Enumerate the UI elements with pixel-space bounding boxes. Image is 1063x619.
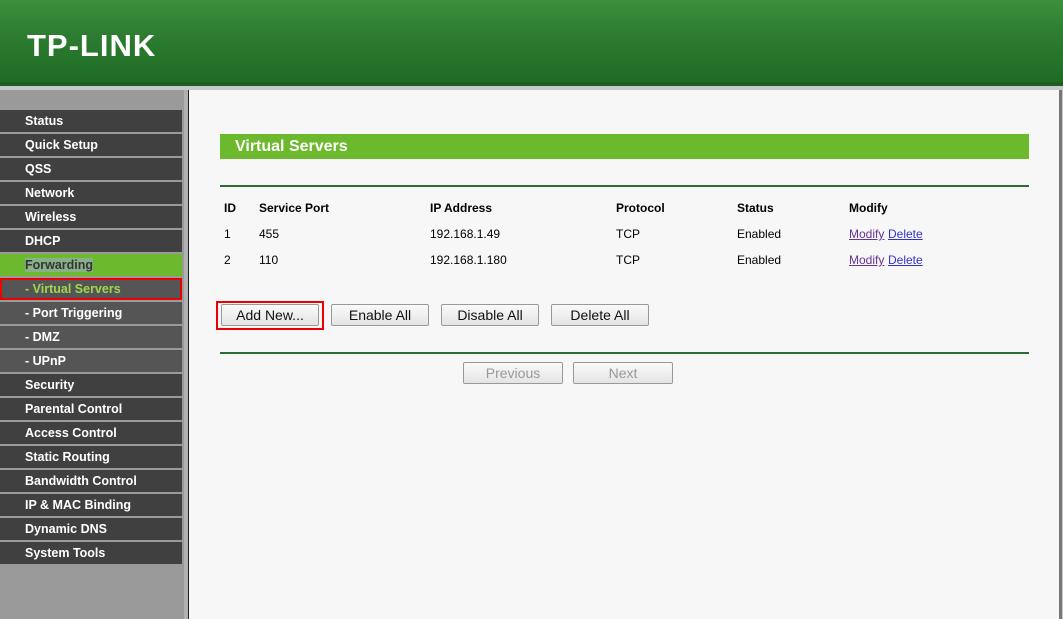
- row-1-ip: 192.168.1.49: [430, 227, 501, 241]
- sidebar-item-virtual-servers[interactable]: - Virtual Servers: [0, 278, 182, 300]
- sidebar-item-quick-setup[interactable]: Quick Setup: [0, 134, 182, 156]
- row-1-delete-link[interactable]: Delete: [888, 227, 923, 241]
- row-2-delete-link[interactable]: Delete: [888, 253, 923, 267]
- delete-all-button[interactable]: Delete All: [551, 304, 649, 326]
- sidebar-item-label: Dynamic DNS: [25, 522, 107, 536]
- sidebar-item-label: Access Control: [25, 426, 117, 440]
- sidebar-item-label: System Tools: [25, 546, 106, 560]
- row-1-protocol: TCP: [616, 227, 640, 241]
- sidebar-item-security[interactable]: Security: [0, 374, 182, 396]
- row-2-protocol: TCP: [616, 253, 640, 267]
- sidebar-item-network[interactable]: Network: [0, 182, 182, 204]
- sidebar-item-label: - UPnP: [25, 354, 66, 368]
- sidebar-item-label: Status: [25, 114, 64, 128]
- sidebar-item-upnp[interactable]: - UPnP: [0, 350, 182, 372]
- sidebar-item-status[interactable]: Status: [0, 110, 182, 132]
- sidebar-item-dhcp[interactable]: DHCP: [0, 230, 182, 252]
- sidebar-item-parental-control[interactable]: Parental Control: [0, 398, 182, 420]
- sidebar-item-label: Bandwidth Control: [25, 474, 137, 488]
- sidebar-item-ip-mac-binding[interactable]: IP & MAC Binding: [0, 494, 182, 516]
- add-new-button[interactable]: Add New...: [221, 304, 319, 326]
- sidebar-item-label: QSS: [25, 162, 52, 176]
- sidebar-item-bandwidth-control[interactable]: Bandwidth Control: [0, 470, 182, 492]
- sidebar-item-label: Wireless: [25, 210, 77, 224]
- divider: [220, 352, 1029, 354]
- sidebar: Status Quick Setup QSS Network Wireless DHCP F…: [0, 90, 184, 619]
- row-1-id: 1: [224, 227, 231, 241]
- sidebar-item-wireless[interactable]: Wireless: [0, 206, 182, 228]
- col-header-modify: Modify: [849, 201, 888, 215]
- sidebar-item-label: Security: [25, 378, 75, 392]
- col-header-ip: IP Address: [430, 201, 493, 215]
- sidebar-item-forwarding[interactable]: Forwarding: [0, 254, 182, 276]
- row-2-port: 110: [259, 253, 279, 267]
- row-1-status: Enabled: [737, 227, 782, 241]
- col-header-service-port: Service Port: [259, 201, 330, 215]
- sidebar-item-label: Forwarding: [25, 258, 94, 272]
- sidebar-item-label: Quick Setup: [25, 138, 98, 152]
- sidebar-item-dmz[interactable]: - DMZ: [0, 326, 182, 348]
- sidebar-item-static-routing[interactable]: Static Routing: [0, 446, 182, 468]
- col-header-id: ID: [224, 201, 236, 215]
- sidebar-item-label: Parental Control: [25, 402, 123, 416]
- divider: [220, 185, 1029, 187]
- row-2-status: Enabled: [737, 253, 782, 267]
- sidebar-item-access-control[interactable]: Access Control: [0, 422, 182, 444]
- sidebar-item-label: DHCP: [25, 234, 61, 248]
- disable-all-button[interactable]: Disable All: [441, 304, 539, 326]
- sidebar-item-qss[interactable]: QSS: [0, 158, 182, 180]
- sidebar-item-label: - Port Triggering: [25, 306, 123, 320]
- sidebar-item-label: - Virtual Servers: [25, 282, 121, 296]
- sidebar-item-label: - DMZ: [25, 330, 60, 344]
- sidebar-item-label: IP & MAC Binding: [25, 498, 132, 512]
- sidebar-item-dynamic-dns[interactable]: Dynamic DNS: [0, 518, 182, 540]
- main-content: Virtual Servers ID Service Port IP Addre…: [189, 90, 1062, 619]
- col-header-status: Status: [737, 201, 774, 215]
- previous-button[interactable]: Previous: [463, 362, 563, 384]
- sidebar-item-system-tools[interactable]: System Tools: [0, 542, 182, 564]
- row-2-id: 2: [224, 253, 231, 267]
- sidebar-item-label: Static Routing: [25, 450, 110, 464]
- sidebar-item-port-triggering[interactable]: - Port Triggering: [0, 302, 182, 324]
- header: TP-LINK: [0, 0, 1063, 82]
- sidebar-item-label: Network: [25, 186, 75, 200]
- row-1-port: 455: [259, 227, 280, 241]
- row-1-modify-link[interactable]: Modify: [849, 227, 884, 241]
- row-2-modify-link[interactable]: Modify: [849, 253, 884, 267]
- enable-all-button[interactable]: Enable All: [331, 304, 429, 326]
- page-title: Virtual Servers: [220, 134, 1029, 159]
- col-header-protocol: Protocol: [616, 201, 665, 215]
- row-2-ip: 192.168.1.180: [430, 253, 507, 267]
- next-button[interactable]: Next: [573, 362, 673, 384]
- tp-link-logo: TP-LINK: [27, 28, 157, 63]
- header-divider: [0, 82, 1063, 86]
